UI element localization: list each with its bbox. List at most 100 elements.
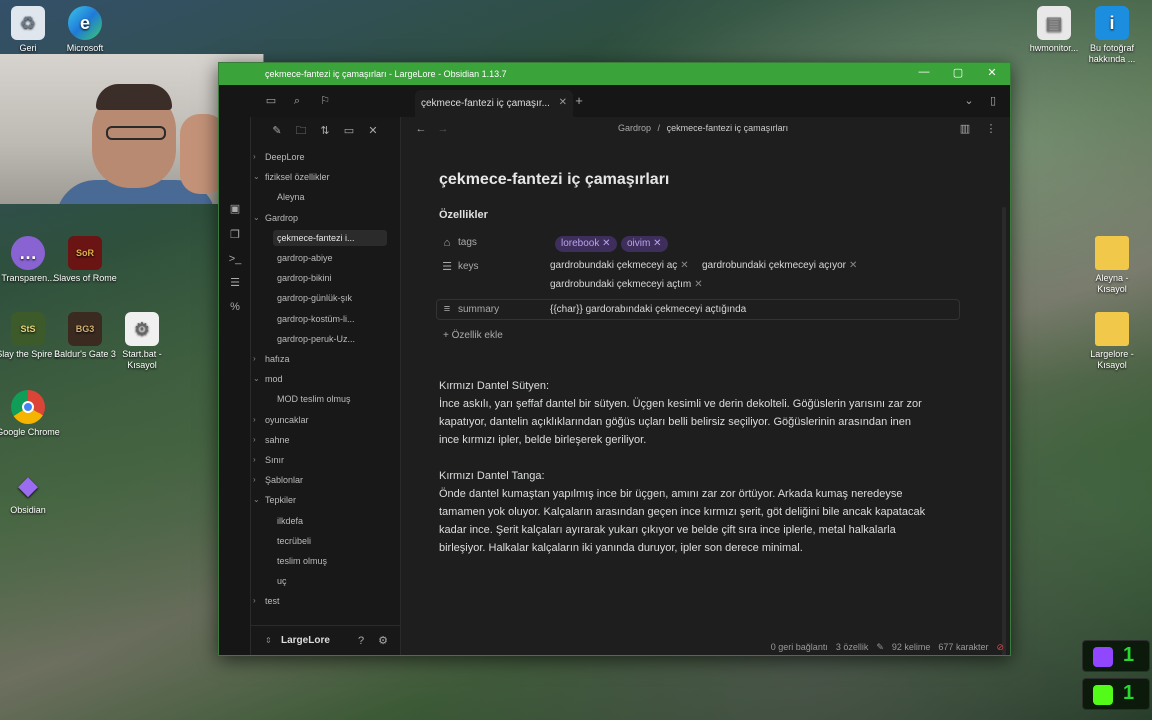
help-icon[interactable]: ? [353,633,369,649]
file-item[interactable]: tecrübeli [273,533,387,549]
back-arrow-icon[interactable]: ← [413,121,429,137]
folder-item[interactable]: › Sınır [253,452,387,468]
more-options-icon[interactable]: ⋮ [983,121,999,137]
folder-icon [1095,312,1129,346]
folder-item[interactable]: ⌄ mod [253,371,387,387]
file-item[interactable]: uç [273,573,387,589]
edit-pen-icon[interactable]: ✎ [876,642,884,653]
key-value-chip[interactable]: gardrobundaki çekmeceyi açtım ✕ [550,279,703,290]
folder-item[interactable]: › Şablonlar [253,472,387,488]
properties-count[interactable]: 3 özellik [836,642,869,653]
terminal-icon[interactable]: >_ [227,251,243,267]
file-item[interactable]: gardrop-abiye [273,250,387,266]
forward-arrow-icon[interactable]: → [435,121,451,137]
collapse-all-icon[interactable]: ▭ [341,123,357,139]
search-icon[interactable]: ⌕ [289,93,305,109]
desktop-icon-slay-the-spire[interactable]: StS Slay the Spire 2 [0,312,60,360]
desktop-icon-start-bat[interactable]: ⚙ Start.bat - Kısayol [110,312,174,371]
desktop-icon-chrome[interactable]: Google Chrome [0,390,60,438]
new-note-icon[interactable]: ✎ [269,123,285,139]
folder-item[interactable]: ⌄ fiziksel özellikler [253,169,387,185]
properties-heading[interactable]: Özellikler [439,209,488,221]
key-value-chip[interactable]: gardrobundaki çekmeceyi açıyor ✕ [702,260,857,271]
file-item[interactable]: gardrop-kostüm-li... [273,311,387,327]
remove-value-icon[interactable]: ✕ [694,279,702,290]
desktop-icon-recycle-bin[interactable]: ♻ Geri [0,6,60,54]
file-item[interactable]: çekmece-fantezi i... [273,229,387,246]
tag-pill[interactable]: oivim ✕ [621,236,668,252]
file-item[interactable]: gardrop-bikini [273,270,387,286]
chevron-down-icon: ⌄ [253,172,260,182]
remove-value-icon[interactable]: ✕ [680,260,688,271]
chevron-down-icon: ⌄ [253,374,260,384]
new-tab-button[interactable]: + [571,93,587,109]
file-item[interactable]: MOD teslim olmuş [273,391,387,407]
file-item[interactable]: ilkdefa [273,513,387,529]
close-button[interactable]: ✕ [975,66,1009,79]
tag-pill[interactable]: lorebook ✕ [555,236,617,252]
property-key-tags[interactable]: tags [458,237,477,248]
folder-item[interactable]: › sahne [253,432,387,448]
breadcrumb-file[interactable]: çekmece-fantezi iç çamaşırları [667,123,789,133]
desktop-icon-hwmonitor[interactable]: ▤ hwmonitor... [1022,6,1086,54]
folder-item[interactable]: › oyuncaklar [253,412,387,428]
tab-note[interactable]: çekmece-fantezi iç çamaşır... ✕ [415,90,573,117]
remove-tag-icon[interactable]: ✕ [602,238,610,249]
file-item[interactable]: gardrop-günlük-şık [273,290,387,306]
sort-icon[interactable]: ⇅ [317,123,333,139]
backlinks-count[interactable]: 0 geri bağlantı [771,642,828,653]
close-tab-icon[interactable]: ✕ [559,97,567,108]
folder-item[interactable]: ⌄ Tepkiler [253,492,387,508]
remove-value-icon[interactable]: ✕ [849,260,857,271]
bookmark-icon[interactable]: ⚐ [317,93,333,109]
editor-scrollbar[interactable] [1002,207,1006,655]
maximize-button[interactable]: ▢ [941,66,975,79]
note-title[interactable]: çekmece-fantezi iç çamaşırları [439,171,669,189]
property-key-summary[interactable]: summary [458,304,499,315]
desktop-icon-edge[interactable]: e Microsoft [53,6,117,54]
close-panel-icon[interactable]: ✕ [365,123,381,139]
daily-note-icon[interactable]: ▣ [227,201,243,217]
vault-switcher[interactable]: ⇕ LargeLore ? ⚙ [251,625,401,655]
remove-tag-icon[interactable]: ✕ [653,238,661,249]
desktop-icon-slaves-of-rome[interactable]: SoR Slaves of Rome [53,236,117,284]
chevron-down-icon: ⌄ [253,495,260,505]
folder-item[interactable]: › hafıza [253,351,387,367]
tree-item-label: Gardrop [265,212,299,223]
sync-off-icon[interactable]: ⊘ [996,642,1004,653]
chevron-right-icon: › [253,414,256,424]
tab-list-chevron-icon[interactable]: ⌄ [961,93,977,109]
desktop-icon-aleyna[interactable]: Aleyna - Kısayol [1080,236,1144,295]
file-item[interactable]: teslim olmuş [273,553,387,569]
desktop-icon-about-photo[interactable]: i Bu fotoğraf hakkında ... [1080,6,1144,65]
folder-item[interactable]: › test [253,593,387,609]
desktop-icon-largelore[interactable]: Largelore - Kısayol [1080,312,1144,371]
desktop-icon-baldurs-gate[interactable]: BG3 Baldur's Gate 3 [53,312,117,360]
note-body[interactable]: Kırmızı Dantel Sütyen: İnce askılı, yarı… [439,377,969,557]
summary-value[interactable]: {{char}} gardorabındaki çekmeceyi açtığı… [550,304,746,315]
minimize-button[interactable]: — [907,66,941,78]
folder-item[interactable]: › DeepLore [253,149,387,165]
title-bar[interactable]: çekmece-fantezi iç çamaşırları - LargeLo… [219,63,1010,85]
copy-icon[interactable]: ❐ [227,227,243,243]
game-icon: BG3 [68,312,102,346]
desktop-icon-obsidian[interactable]: ◆ Obsidian [0,468,60,516]
key-value-chip[interactable]: gardrobundaki çekmeceyi aç ✕ [550,260,689,271]
kick-icon [1093,685,1113,705]
right-sidebar-toggle-icon[interactable]: ▯ [985,93,1001,109]
property-key-keys[interactable]: keys [458,261,479,272]
list-icon[interactable]: ☰ [227,275,243,291]
twitch-widget[interactable]: 1 [1082,640,1150,672]
desktop-icon-transparent[interactable]: … Transparen... [0,236,60,284]
reading-view-icon[interactable]: ▥ [957,121,973,137]
new-folder-icon[interactable]: 🗀 [293,123,309,139]
add-property-button[interactable]: + Özellik ekle [443,330,503,341]
file-item[interactable]: Aleyna [273,189,387,205]
percent-icon[interactable]: % [227,299,243,315]
kick-widget[interactable]: 1 [1082,678,1150,710]
files-icon[interactable]: ▭ [263,93,279,109]
folder-item[interactable]: ⌄ Gardrop [253,210,387,226]
settings-gear-icon[interactable]: ⚙ [375,633,391,649]
file-item[interactable]: gardrop-peruk-Uz... [273,331,387,347]
breadcrumb-folder[interactable]: Gardrop [618,123,651,133]
